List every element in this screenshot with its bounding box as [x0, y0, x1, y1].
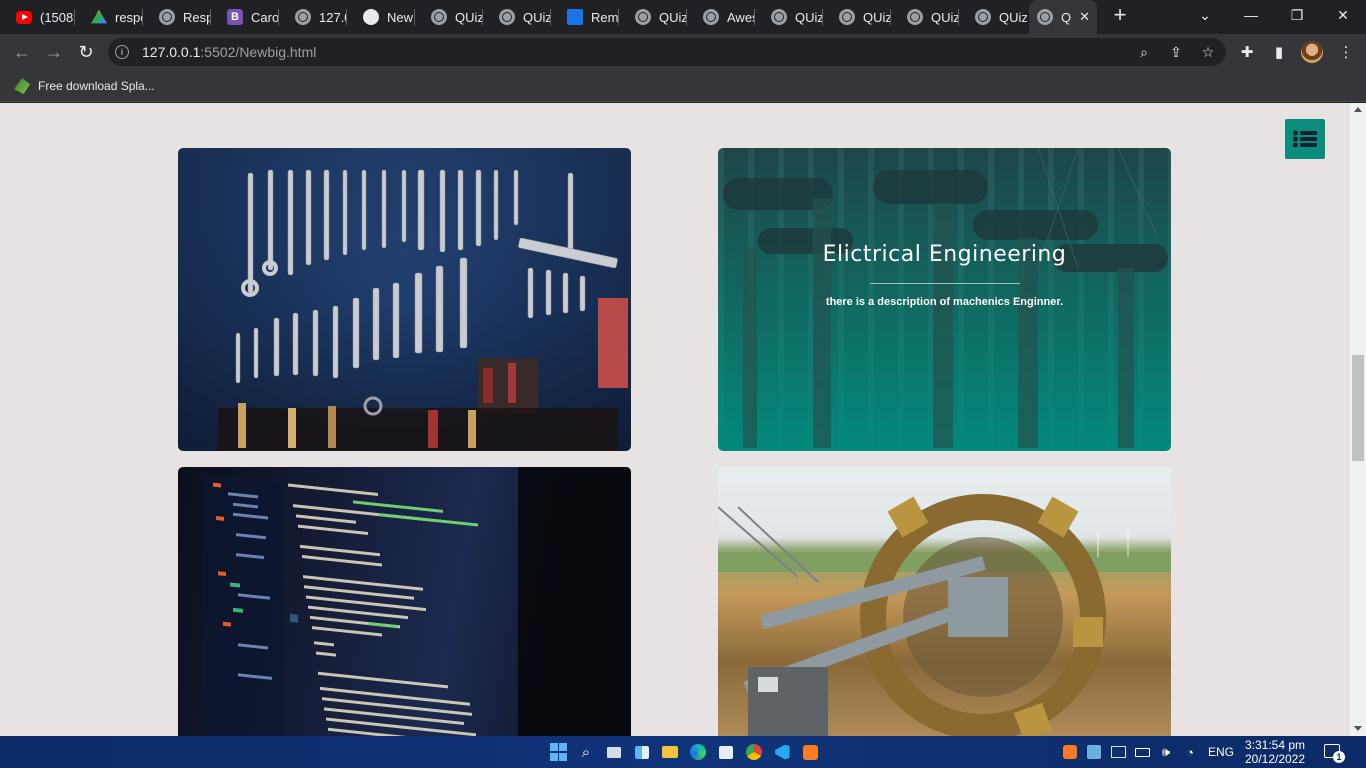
- task-view-icon[interactable]: [605, 743, 623, 761]
- menu-toggle-button[interactable]: [1285, 119, 1325, 159]
- url-path: :5502/Newbig.html: [200, 44, 317, 60]
- url-host: 127.0.0.1: [142, 44, 201, 60]
- address-bar[interactable]: i 127.0.0.1:5502/Newbig.html ⌕ ⇪ ☆: [108, 38, 1226, 66]
- chrome-icon[interactable]: [745, 743, 763, 761]
- globe-icon: [295, 9, 311, 25]
- wrenches-image: [218, 169, 628, 451]
- browser-tab[interactable]: QUiz: [891, 0, 959, 34]
- browser-tab[interactable]: QUiz: [619, 0, 687, 34]
- browser-tab[interactable]: QUiz: [483, 0, 551, 34]
- browser-tab[interactable]: (1508: [0, 0, 75, 34]
- browser-tab[interactable]: Resp: [143, 0, 211, 34]
- restore-button[interactable]: ❐: [1274, 0, 1320, 30]
- card-title: Elictrical Engineering: [822, 242, 1067, 267]
- globe-icon: [907, 9, 923, 25]
- globe-icon: [771, 9, 787, 25]
- bookmark-star-icon[interactable]: ☆: [1199, 43, 1217, 61]
- zoom-icon[interactable]: ⌕: [1135, 43, 1153, 61]
- tab-strip: (1508 respo Resp BCaro 127.0 New QUiz QU…: [0, 0, 1366, 34]
- close-window-button[interactable]: ✕: [1320, 0, 1366, 30]
- scrollbar-thumb[interactable]: [1352, 355, 1364, 461]
- close-tab-icon[interactable]: ✕: [1079, 9, 1090, 25]
- browser-tab[interactable]: Awes: [687, 0, 755, 34]
- browser-tab[interactable]: QUiz: [415, 0, 483, 34]
- github-icon: [363, 9, 379, 25]
- browser-tab[interactable]: 127.0: [279, 0, 347, 34]
- volume-icon[interactable]: 🕪: [1157, 743, 1175, 761]
- xampp-icon[interactable]: [801, 743, 819, 761]
- browser-tab[interactable]: QUiz: [755, 0, 823, 34]
- xampp-tray-icon[interactable]: [1061, 743, 1079, 761]
- vscode-icon[interactable]: [773, 743, 791, 761]
- title-divider: [869, 283, 1020, 284]
- network-adapter-tray-icon[interactable]: [1085, 743, 1103, 761]
- list-icon: [1293, 130, 1317, 148]
- edge-browser-icon[interactable]: [689, 743, 707, 761]
- leaf-icon: [14, 78, 30, 94]
- bookmark-item[interactable]: Free download Spla...: [14, 76, 155, 96]
- browser-toolbar: ← → ↻ i 127.0.0.1:5502/Newbig.html ⌕ ⇪ ☆…: [0, 34, 1366, 70]
- browser-tab-active[interactable]: Q ✕: [1029, 0, 1097, 34]
- excavator-image: [718, 494, 1171, 736]
- system-clock[interactable]: 3:31:54 pm 20/12/2022: [1244, 738, 1306, 766]
- battery-icon[interactable]: [1133, 743, 1151, 761]
- youtube-icon: [16, 10, 32, 24]
- globe-icon: [975, 9, 991, 25]
- wifi-icon[interactable]: ◔: [1181, 743, 1199, 761]
- file-explorer-icon[interactable]: [661, 743, 679, 761]
- notification-badge: 1: [1333, 751, 1345, 763]
- store-icon[interactable]: [717, 743, 735, 761]
- forward-button[interactable]: →: [42, 40, 66, 64]
- globe-icon: [1037, 9, 1053, 25]
- electrical-engineering-card[interactable]: Elictrical Engineering there is a descri…: [718, 148, 1171, 451]
- browser-tab[interactable]: QUiz: [823, 0, 891, 34]
- globe-icon: [499, 9, 515, 25]
- language-indicator[interactable]: ENG: [1208, 745, 1234, 759]
- globe-icon: [431, 9, 447, 25]
- windows-start-icon[interactable]: [549, 743, 567, 761]
- mining-machine-card[interactable]: [718, 467, 1171, 736]
- remix-icon: [567, 9, 583, 25]
- globe-icon: [159, 9, 175, 25]
- browser-tab[interactable]: respo: [75, 0, 143, 34]
- bootstrap-icon: B: [227, 9, 243, 25]
- new-tab-button[interactable]: +: [1108, 4, 1132, 28]
- globe-icon: [703, 9, 719, 25]
- widgets-icon[interactable]: [633, 743, 651, 761]
- browser-menu-icon[interactable]: ⋮: [1337, 43, 1355, 61]
- side-panel-icon[interactable]: ▮: [1270, 43, 1288, 61]
- scroll-down-arrow[interactable]: [1354, 726, 1362, 731]
- browser-tab[interactable]: Remi: [551, 0, 619, 34]
- site-info-icon[interactable]: i: [115, 45, 129, 59]
- back-button[interactable]: ←: [10, 40, 34, 64]
- page-viewport: Elictrical Engineering there is a descri…: [0, 103, 1350, 736]
- scroll-up-arrow[interactable]: [1354, 107, 1362, 112]
- code-screen-image: [203, 467, 631, 736]
- browser-tab[interactable]: B Caro: [211, 0, 279, 34]
- globe-icon: [635, 9, 651, 25]
- bookmarks-bar: Free download Spla...: [0, 70, 1366, 102]
- google-drive-icon: [91, 9, 107, 24]
- browser-tab[interactable]: QUiz: [959, 0, 1027, 34]
- page-scrollbar[interactable]: [1350, 103, 1366, 736]
- card-description: there is a description of machenics Engi…: [825, 296, 1064, 308]
- tab-search-button[interactable]: ⌄: [1182, 0, 1228, 30]
- mechanical-tools-card[interactable]: [178, 148, 631, 451]
- display-tray-icon[interactable]: [1109, 743, 1127, 761]
- windows-taskbar: ⌕ 🕪 ◔ ENG 3:31:54 pm 20/12/2022 1: [0, 736, 1366, 768]
- reload-button[interactable]: ↻: [74, 40, 98, 64]
- extensions-icon[interactable]: ✚: [1238, 43, 1256, 61]
- software-code-card[interactable]: [178, 467, 631, 736]
- profile-avatar[interactable]: [1301, 41, 1323, 63]
- share-icon[interactable]: ⇪: [1167, 43, 1185, 61]
- globe-icon: [839, 9, 855, 25]
- minimize-button[interactable]: —: [1228, 0, 1274, 30]
- search-icon[interactable]: ⌕: [577, 743, 595, 761]
- browser-tab[interactable]: New: [347, 0, 415, 34]
